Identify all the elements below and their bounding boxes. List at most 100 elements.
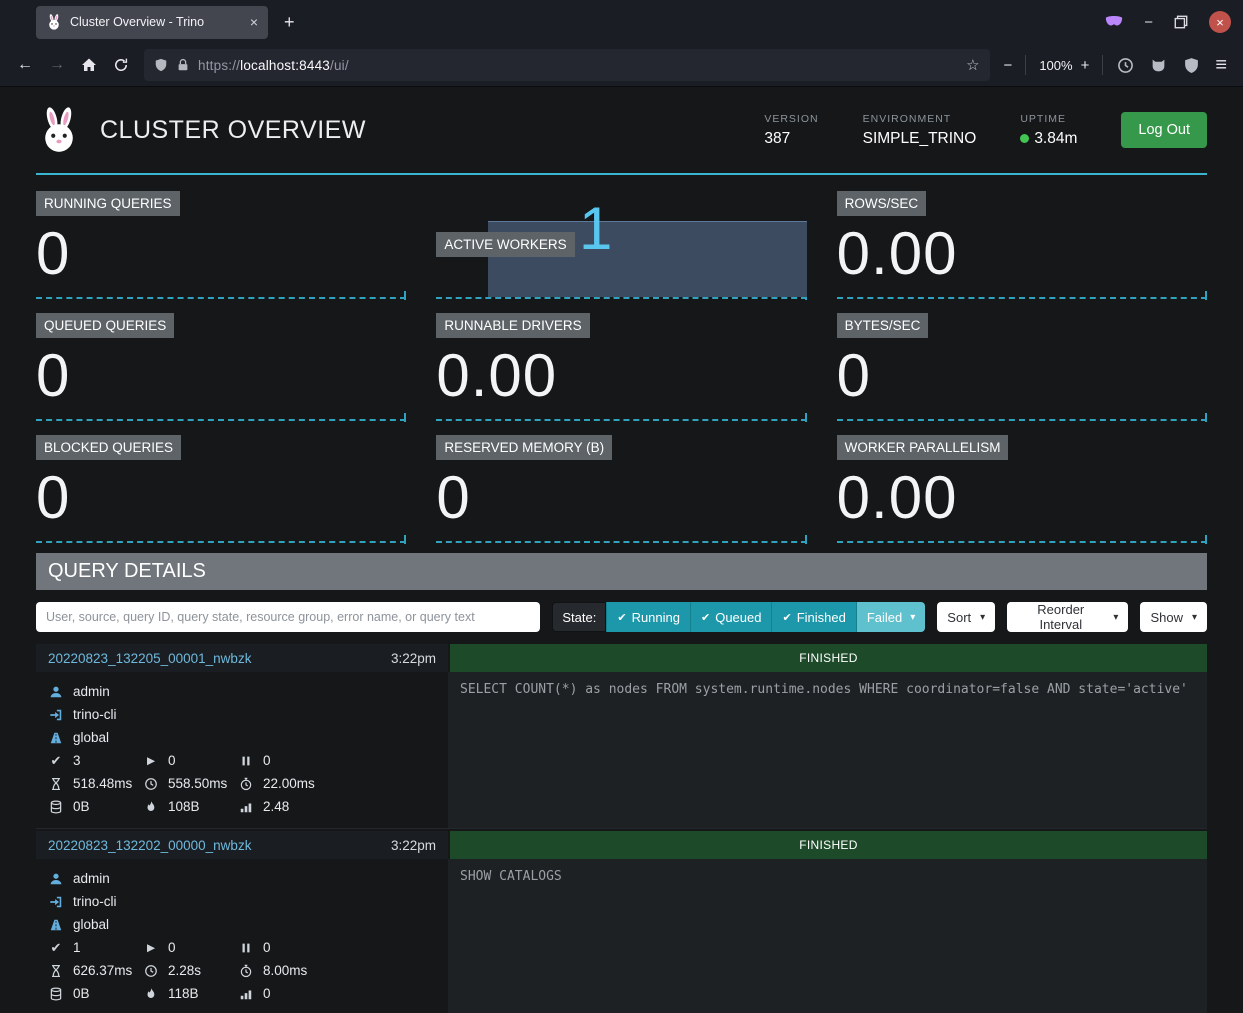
window-close-button[interactable]: × [1209,11,1231,33]
stat-label: WORKER PARALLELISM [837,435,1009,460]
stat-value: 0 [36,224,406,284]
elapsed-time-clock-icon [143,777,159,791]
elapsed-time: 558.50ms [168,776,227,791]
state-filter-finished[interactable]: ✔Finished [771,602,855,632]
browser-window: Cluster Overview - Trino × + − × ← → [0,0,1243,1013]
shield-extension-icon[interactable] [1183,57,1200,74]
query-search-input[interactable] [36,602,540,632]
stat-worker-parallelism: WORKER PARALLELISM 0.00 [837,435,1207,543]
history-clock-icon[interactable] [1117,57,1134,74]
current-memory: 0B [73,986,90,1001]
query-details-header: QUERY DETAILS [36,553,1207,590]
query-id-link[interactable]: 20220823_132205_00001_nwbzk [48,651,391,666]
logout-button[interactable]: Log Out [1121,112,1207,148]
stat-label: QUEUED QUERIES [36,313,174,338]
state-filter-group: State: ✔Running ✔Queued ✔Finished Failed… [552,602,925,632]
stat-label: BLOCKED QUERIES [36,435,181,460]
sparkline-tick [404,413,406,422]
cpu-time-stopwatch-icon [238,777,254,791]
stat-blocked-queries: BLOCKED QUERIES 0 [36,435,406,543]
tab-close-icon[interactable]: × [250,14,258,30]
memory-database-icon [48,987,64,1001]
url-path: /ui/ [330,58,349,73]
zoom-controls: − 100% + [998,55,1096,75]
query-filter-toolbar: State: ✔Running ✔Queued ✔Finished Failed… [36,602,1207,632]
state-filter-failed-dropdown[interactable]: Failed▾ [856,602,925,632]
completed-splits: 3 [73,753,81,768]
stat-rows-sec: ROWS/SEC 0.00 [837,191,1207,299]
sparkline-tick [404,535,406,544]
browser-tab[interactable]: Cluster Overview - Trino × [36,6,268,39]
home-button[interactable] [74,50,104,80]
query-row: 20220823_132202_00000_nwbzk 3:22pm FINIS… [36,831,1207,1013]
elapsed-time: 2.28s [168,963,201,978]
window-minimize-button[interactable]: − [1144,14,1153,31]
url-scheme: https:// [198,58,240,73]
wall-time: 518.48ms [73,776,132,791]
queued-splits: 0 [263,753,271,768]
new-tab-button[interactable]: + [284,12,295,33]
stat-value: 1 [579,199,613,259]
chevron-down-icon: ▾ [980,612,985,623]
cpu-time-stopwatch-icon [238,964,254,978]
tracking-protection-shield-icon[interactable] [154,58,168,72]
zoom-in-button[interactable]: + [1081,57,1090,74]
url-bar[interactable]: https://localhost:8443/ui/ ☆ [144,49,990,81]
completed-splits-check-icon: ✔ [48,753,64,769]
reorder-interval-dropdown[interactable]: Reorder Interval▾ [1007,602,1128,632]
wall-time-hourglass-icon [48,964,64,978]
environment-meta: ENVIRONMENT SIMPLE_TRINO [863,113,977,148]
cat-extension-icon[interactable] [1150,57,1167,74]
queued-splits-pause-icon [238,754,254,768]
url-host: localhost:8443 [240,58,330,73]
stat-label: ROWS/SEC [837,191,927,216]
environment-value: SIMPLE_TRINO [863,130,977,148]
lock-icon[interactable] [176,58,190,72]
back-button[interactable]: ← [10,50,40,80]
query-sql-text: SELECT COUNT(*) as nodes FROM system.run… [448,672,1207,828]
forward-button[interactable]: → [42,50,72,80]
stat-bytes-sec: BYTES/SEC 0 [837,313,1207,421]
state-filter-queued[interactable]: ✔Queued [690,602,771,632]
state-filter-running[interactable]: ✔Running [606,602,690,632]
zoom-level[interactable]: 100% [1039,58,1072,73]
chevron-down-icon: ▾ [1192,612,1197,623]
query-id-bar: 20220823_132202_00000_nwbzk 3:22pm [36,831,448,859]
sparkline-tick [1205,291,1207,300]
window-restore-button[interactable] [1173,14,1189,30]
current-memory: 0B [73,799,90,814]
user-icon [48,685,64,699]
query-sql-text: SHOW CATALOGS [448,859,1207,1013]
sparkline-tick [404,291,406,300]
version-meta: VERSION 387 [764,113,818,148]
reload-button[interactable] [106,50,136,80]
query-time: 3:22pm [391,838,436,853]
tab-title: Cluster Overview - Trino [70,15,242,29]
cpu-time: 22.00ms [263,776,315,791]
query-id-link[interactable]: 20220823_132202_00000_nwbzk [48,838,391,853]
query-source: trino-cli [73,894,117,909]
cumulative-memory-flame-icon [143,800,159,814]
query-user: admin [73,871,110,886]
sort-dropdown[interactable]: Sort▾ [937,602,995,632]
running-splits-play-icon: ▶ [143,942,159,954]
zoom-out-button[interactable]: − [1004,57,1013,74]
bookmark-star-icon[interactable]: ☆ [966,56,979,74]
parallelism-chart-icon [238,800,254,814]
trino-favicon [46,14,62,30]
status-dot [1020,134,1029,143]
version-label: VERSION [764,113,818,125]
container-extension-icon[interactable] [1104,12,1124,32]
reorder-interval-label: Reorder Interval [1017,602,1104,632]
uptime-value: 3.84m [1034,130,1077,148]
stat-queued-queries: QUEUED QUERIES 0 [36,313,406,421]
address-text[interactable]: https://localhost:8443/ui/ [198,58,349,73]
state-filter-finished-label: Finished [797,610,846,625]
query-detail-panel: admin trino-cli global ✔1 ▶0 0 626.37ms … [36,859,448,1013]
query-detail-panel: admin trino-cli global ✔3 ▶0 0 518.48ms … [36,672,448,828]
show-dropdown[interactable]: Show▾ [1140,602,1207,632]
cumulative-memory: 108B [168,799,200,814]
state-filter-failed-label: Failed [867,610,902,625]
menu-icon[interactable]: ≡ [1215,54,1227,77]
running-splits: 0 [168,753,176,768]
